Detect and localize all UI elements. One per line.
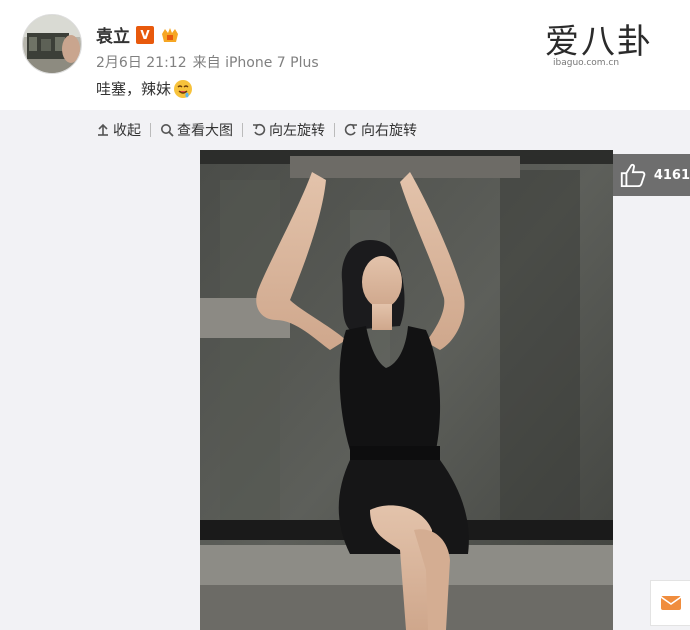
vip-member-icon[interactable] [160, 26, 180, 44]
media-toolbar: 收起 查看大图 向左旋转 向右旋转 [96, 120, 417, 140]
post-text-content: 哇塞，辣妹 [96, 80, 172, 98]
rotate-left-button[interactable]: 向左旋转 [252, 120, 325, 140]
watermark-url: ibaguo.com.cn [553, 58, 620, 68]
post-date[interactable]: 2月6日 21:12 [96, 55, 187, 71]
rotate-right-icon [344, 123, 357, 136]
toolbar-divider [150, 123, 151, 137]
media-area: 收起 查看大图 向左旋转 向右旋转 4161 [0, 110, 690, 630]
collapse-label: 收起 [113, 123, 141, 139]
message-button[interactable] [650, 580, 690, 626]
toolbar-divider [242, 123, 243, 137]
post-header: 袁立 V 2月6日 21:12 来自 iPhone 7 Plus 哇塞，辣妹 爱八… [0, 0, 690, 108]
post-photo[interactable] [200, 150, 613, 630]
post-meta: 2月6日 21:12 来自 iPhone 7 Plus [96, 52, 319, 72]
avatar-photo-icon [23, 15, 81, 73]
rotate-right-button[interactable]: 向右旋转 [344, 120, 417, 140]
arrow-up-icon [98, 123, 108, 136]
watermark-logo: 爱八卦 ibaguo.com.cn [545, 14, 675, 68]
toolbar-divider [334, 123, 335, 137]
collapse-button[interactable]: 收起 [96, 120, 141, 140]
post-text: 哇塞，辣妹 [96, 78, 193, 99]
avatar[interactable] [22, 14, 82, 74]
username[interactable]: 袁立 [96, 22, 130, 47]
post-source: 来自 iPhone 7 Plus [192, 55, 319, 71]
drooling-face-emoji-icon [174, 79, 193, 98]
rotate-right-label: 向右旋转 [361, 123, 417, 139]
rotate-left-label: 向左旋转 [269, 123, 325, 139]
view-large-label: 查看大图 [177, 123, 233, 139]
like-button[interactable]: 4161 [613, 154, 690, 196]
rotate-left-icon [253, 123, 266, 136]
search-icon [161, 124, 174, 137]
watermark-title: 爱八卦 [545, 22, 653, 62]
view-large-button[interactable]: 查看大图 [160, 120, 233, 140]
woman-in-black-dress-photo [200, 150, 613, 630]
username-row: 袁立 V [96, 22, 180, 47]
envelope-icon [660, 596, 681, 610]
like-count: 4161 [653, 167, 690, 183]
verified-badge-icon: V [136, 25, 154, 44]
thumbs-up-icon [620, 163, 646, 188]
